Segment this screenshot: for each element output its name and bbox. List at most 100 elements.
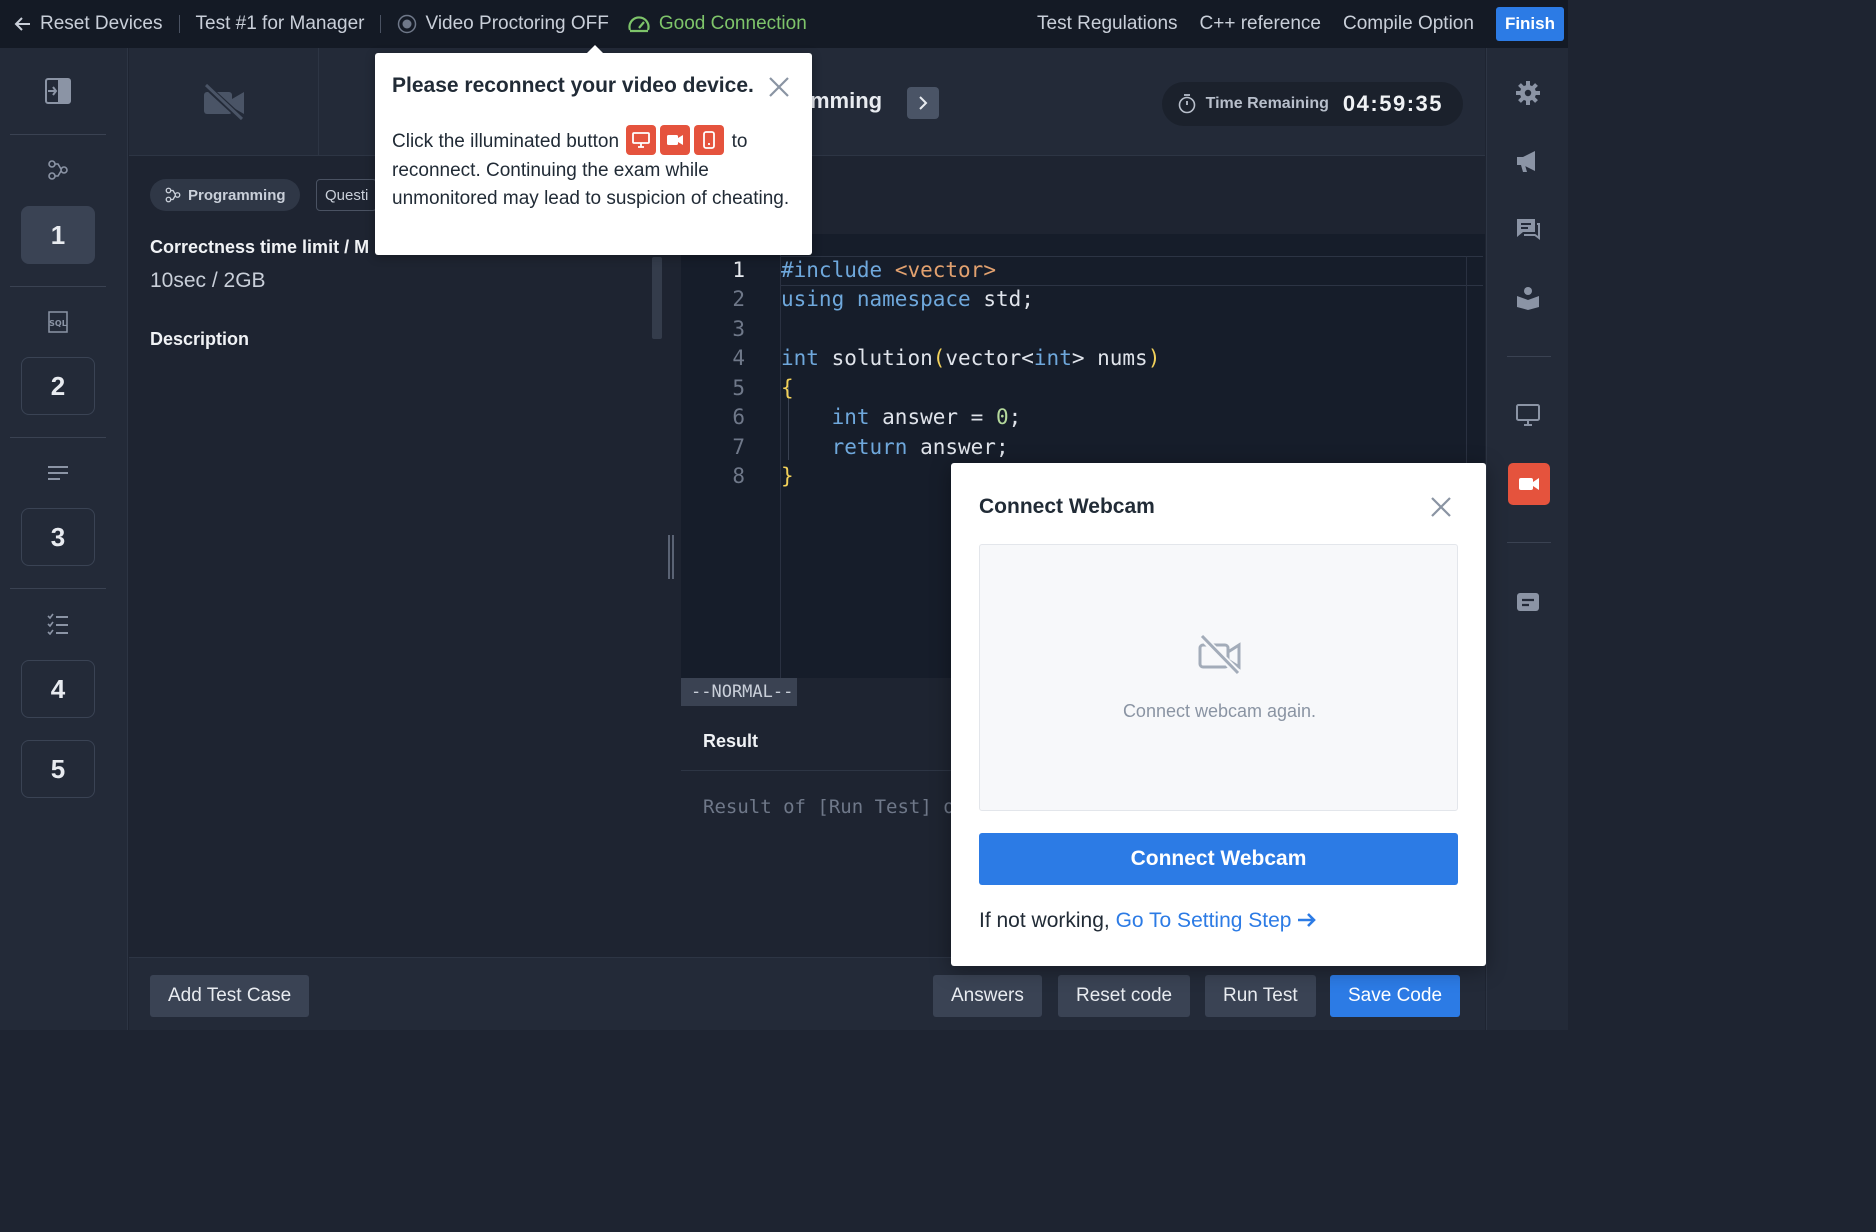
question-3-button[interactable]: 3 xyxy=(21,508,95,566)
compile-option-link[interactable]: Compile Option xyxy=(1343,13,1474,35)
svg-text:SQL: SQL xyxy=(49,319,67,328)
page-title: mming xyxy=(810,88,883,113)
line-number: 7 xyxy=(732,435,745,459)
cpp-reference-link[interactable]: C++ reference xyxy=(1200,13,1321,35)
notes-icon[interactable] xyxy=(1514,588,1542,616)
code-line: int solution(vector<int> nums) xyxy=(781,346,1161,370)
chevron-right-icon xyxy=(919,96,928,110)
go-to-setting-label: Go To Setting Step xyxy=(1115,909,1292,932)
connection-label: Good Connection xyxy=(658,13,807,34)
webcam-status-cell xyxy=(129,48,319,156)
video-proctoring-label: Video Proctoring OFF xyxy=(425,13,609,34)
line-gutter: 1 2 3 4 5 6 7 8 xyxy=(681,234,781,678)
monitor-icon xyxy=(626,125,657,155)
checklist-icon xyxy=(44,610,72,638)
divider xyxy=(10,134,106,135)
divider xyxy=(10,437,106,438)
tool-sidebar xyxy=(1486,48,1568,1030)
limit-value: 10sec / 2GB xyxy=(150,269,266,292)
dialog-title: Connect Webcam xyxy=(979,495,1155,518)
mobile-phone-icon xyxy=(694,125,725,155)
connect-webcam-button[interactable]: Connect Webcam xyxy=(979,833,1458,885)
arrow-left-icon xyxy=(14,17,30,31)
bottom-bar: Add Test Case Answers Reset code Run Tes… xyxy=(129,957,1485,1030)
speedometer-icon xyxy=(628,16,650,33)
time-remaining-value: 04:59:35 xyxy=(1342,91,1443,116)
divider xyxy=(10,588,106,589)
popover-body-before: Click the illuminated button xyxy=(392,131,620,153)
reader-icon[interactable] xyxy=(1514,284,1542,312)
top-bar: Reset Devices Test #1 for Manager Video … xyxy=(0,0,1568,48)
video-camera-icon xyxy=(1519,478,1539,490)
code-line: { xyxy=(781,376,794,400)
close-icon[interactable] xyxy=(767,75,791,99)
video-proctoring-status: Video Proctoring OFF xyxy=(397,13,609,35)
close-icon[interactable] xyxy=(1428,494,1454,520)
stopwatch-icon xyxy=(1178,94,1195,114)
connect-webcam-dialog: Connect Webcam Connect webcam again. Con… xyxy=(951,463,1486,966)
reconnect-popover: Please reconnect your video device. Clic… xyxy=(375,45,812,255)
add-test-case-button[interactable]: Add Test Case xyxy=(150,975,310,1017)
vim-mode-indicator: --NORMAL-- xyxy=(681,678,798,706)
sql-icon: SQL xyxy=(44,308,72,336)
line-number: 4 xyxy=(732,346,745,370)
popover-arrow xyxy=(587,45,603,53)
result-placeholder: Result of [Run Test] or xyxy=(703,796,967,818)
monitor-icon[interactable] xyxy=(1514,401,1542,429)
line-number: 1 xyxy=(732,258,745,282)
programming-icon xyxy=(165,187,181,203)
line-number: 5 xyxy=(732,376,745,400)
code-line: using namespace std; xyxy=(781,287,1034,311)
save-code-button[interactable]: Save Code xyxy=(1330,975,1461,1017)
preview-text: Connect webcam again. xyxy=(1122,701,1317,721)
footer-text: If not working, xyxy=(979,909,1110,932)
description-heading: Description xyxy=(150,329,250,349)
question-2-button[interactable]: 2 xyxy=(21,357,95,415)
go-to-setting-link[interactable]: Go To Setting Step xyxy=(1116,909,1318,932)
webcam-preview: Connect webcam again. xyxy=(979,544,1458,811)
reset-code-button[interactable]: Reset code xyxy=(1058,975,1191,1017)
connection-status: Good Connection xyxy=(627,13,807,35)
webcam-button[interactable] xyxy=(1508,463,1550,505)
camera-off-icon xyxy=(202,82,245,122)
code-line: #include <vector> xyxy=(781,258,996,282)
question-tag: Questi xyxy=(316,179,378,211)
code-line: } xyxy=(781,464,794,488)
arrow-right-icon xyxy=(1298,913,1317,927)
divider xyxy=(178,15,180,33)
test-name: Test #1 for Manager xyxy=(195,13,365,34)
gear-icon[interactable] xyxy=(1514,79,1542,107)
result-title: Result xyxy=(703,731,759,751)
collapse-panel-icon[interactable] xyxy=(44,77,72,105)
scrollbar[interactable] xyxy=(652,257,662,339)
programming-icon xyxy=(44,156,72,184)
popover-title: Please reconnect your video device. xyxy=(392,74,754,97)
problem-pane: Programming Questi Correctness time limi… xyxy=(129,157,679,957)
line-number: 3 xyxy=(732,317,745,341)
chat-icon[interactable] xyxy=(1514,215,1542,243)
pane-resize-handle[interactable] xyxy=(668,535,674,579)
programming-tag: Programming xyxy=(150,179,300,211)
text-lines-icon xyxy=(44,459,72,487)
divider xyxy=(1507,356,1551,357)
question-5-button[interactable]: 5 xyxy=(21,740,95,798)
camera-off-icon xyxy=(1198,633,1242,677)
test-regulations-link[interactable]: Test Regulations xyxy=(1037,13,1177,35)
megaphone-icon[interactable] xyxy=(1514,147,1542,175)
line-number: 6 xyxy=(732,405,745,429)
reset-devices-label: Reset Devices xyxy=(40,13,163,34)
question-1-button[interactable]: 1 xyxy=(21,206,95,264)
question-4-button[interactable]: 4 xyxy=(21,660,95,718)
next-question-button[interactable] xyxy=(907,87,939,119)
dialog-footer: If not working, Go To Setting Step xyxy=(979,909,1317,933)
video-camera-icon xyxy=(660,125,691,155)
code-line: return answer; xyxy=(831,435,1009,459)
divider xyxy=(10,286,106,287)
answers-button[interactable]: Answers xyxy=(933,975,1042,1017)
divider xyxy=(1507,542,1551,543)
question-nav: 1 SQL 2 3 4 5 xyxy=(0,48,128,1030)
run-test-button[interactable]: Run Test xyxy=(1205,975,1316,1017)
programming-tag-label: Programming xyxy=(188,186,286,204)
reset-devices-button[interactable]: Reset Devices xyxy=(14,13,163,35)
finish-button[interactable]: Finish xyxy=(1495,7,1564,41)
